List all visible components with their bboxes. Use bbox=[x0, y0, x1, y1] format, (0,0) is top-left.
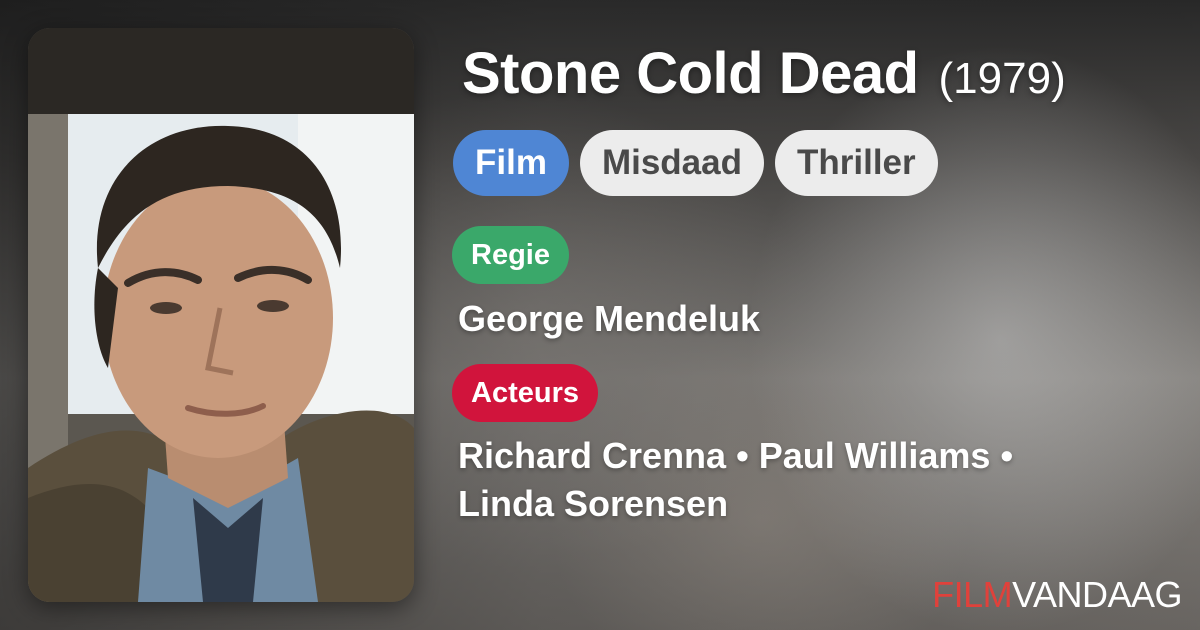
genre-chip-misdaad[interactable]: Misdaad bbox=[579, 130, 764, 196]
genre-chips: Film Misdaad Thriller bbox=[453, 130, 938, 196]
actor-name[interactable]: Linda Sorensen bbox=[458, 483, 728, 524]
filmvandaag-logo[interactable]: FILMVANDAAG bbox=[932, 574, 1182, 616]
movie-poster[interactable] bbox=[28, 28, 414, 602]
genre-chip-film[interactable]: Film bbox=[453, 130, 569, 196]
actor-separator: • bbox=[736, 435, 749, 476]
director-label: Regie bbox=[452, 226, 569, 284]
title-row: Stone Cold Dead (1979) bbox=[462, 40, 1066, 112]
poster-image bbox=[28, 28, 414, 602]
actors-label: Acteurs bbox=[452, 364, 598, 422]
movie-title: Stone Cold Dead bbox=[462, 41, 919, 106]
actors-list: Richard Crenna • Paul Williams • Linda Soren… bbox=[458, 432, 1098, 528]
logo-film-part: FILM bbox=[932, 574, 1013, 615]
director-name[interactable]: George Mendeluk bbox=[458, 295, 760, 343]
actor-separator: • bbox=[1000, 435, 1014, 476]
actor-name[interactable]: Richard Crenna bbox=[458, 435, 726, 476]
genre-chip-thriller[interactable]: Thriller bbox=[775, 130, 938, 196]
actor-name[interactable]: Paul Williams bbox=[759, 435, 991, 476]
logo-vandaag-part: VANDAAG bbox=[1012, 574, 1182, 615]
movie-year: (1979) bbox=[938, 54, 1066, 103]
